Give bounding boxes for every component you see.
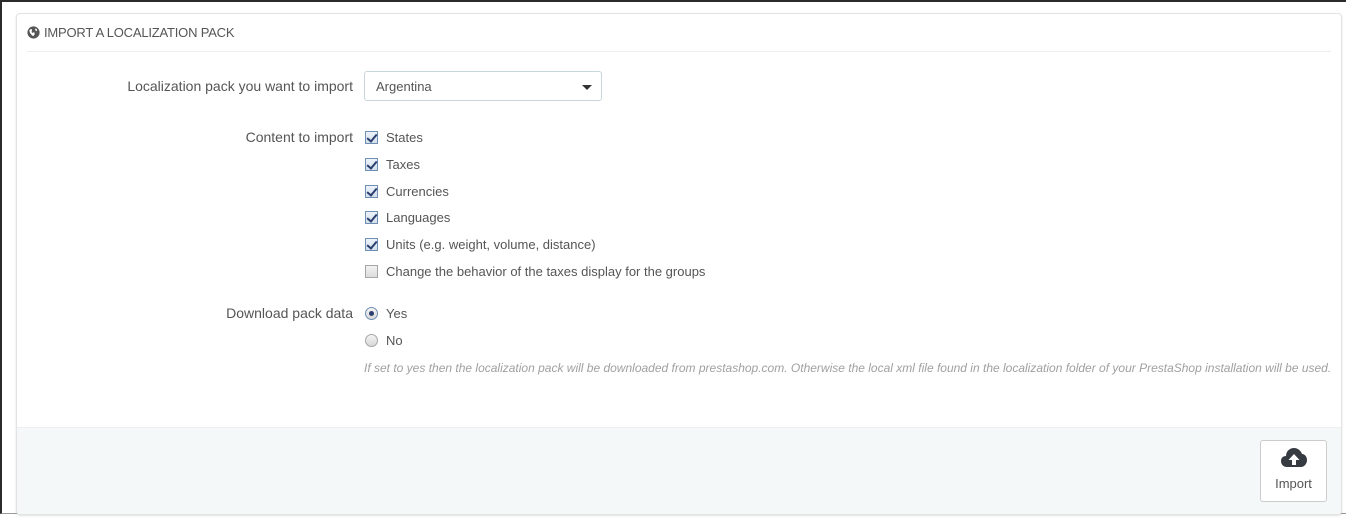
download-yes-option[interactable]: Yes [365, 306, 407, 321]
option-label: Yes [386, 306, 408, 321]
download-label: Download pack data [226, 305, 353, 321]
cloud-upload-icon [1280, 448, 1307, 467]
taxes-checkbox[interactable] [365, 158, 378, 171]
import-label: Import [1275, 476, 1312, 491]
units-checkbox[interactable] [365, 238, 378, 251]
download-no-option[interactable]: No [365, 333, 403, 348]
import-button[interactable]: Import [1260, 440, 1327, 502]
option-taxes[interactable]: Taxes [365, 157, 420, 172]
download-help-text: If set to yes then the localization pack… [364, 361, 1332, 375]
tax-display-groups-checkbox[interactable] [365, 265, 378, 278]
languages-checkbox[interactable] [365, 211, 378, 224]
states-checkbox[interactable] [365, 131, 378, 144]
option-tax-display-groups[interactable]: Change the behavior of the taxes display… [365, 264, 705, 279]
option-states[interactable]: States [365, 130, 423, 145]
option-label: States [386, 130, 423, 145]
option-units[interactable]: Units (e.g. weight, volume, distance) [365, 237, 596, 252]
chevron-down-icon [582, 85, 592, 90]
pack-label: Localization pack you want to import [127, 78, 353, 94]
option-label: Taxes [386, 157, 420, 172]
pack-select-value: Argentina [376, 78, 432, 94]
option-currencies[interactable]: Currencies [365, 184, 449, 199]
download-no-radio[interactable] [365, 334, 378, 347]
download-yes-radio[interactable] [365, 307, 378, 320]
panel-title: IMPORT A LOCALIZATION PACK [44, 25, 235, 40]
currencies-checkbox[interactable] [365, 185, 378, 198]
option-label: Change the behavior of the taxes display… [386, 264, 706, 279]
globe-icon [27, 26, 40, 39]
option-label: Currencies [386, 184, 449, 199]
pack-select[interactable]: Argentina [364, 71, 602, 101]
content-label: Content to import [245, 129, 353, 145]
option-label: Units (e.g. weight, volume, distance) [386, 237, 596, 252]
option-label: No [386, 333, 403, 348]
option-label: Languages [386, 210, 451, 225]
option-languages[interactable]: Languages [365, 210, 450, 225]
panel-heading: IMPORT A LOCALIZATION PACK [27, 14, 1331, 52]
import-localization-panel: IMPORT A LOCALIZATION PACK Localization … [16, 13, 1342, 515]
panel-footer [17, 427, 1341, 514]
